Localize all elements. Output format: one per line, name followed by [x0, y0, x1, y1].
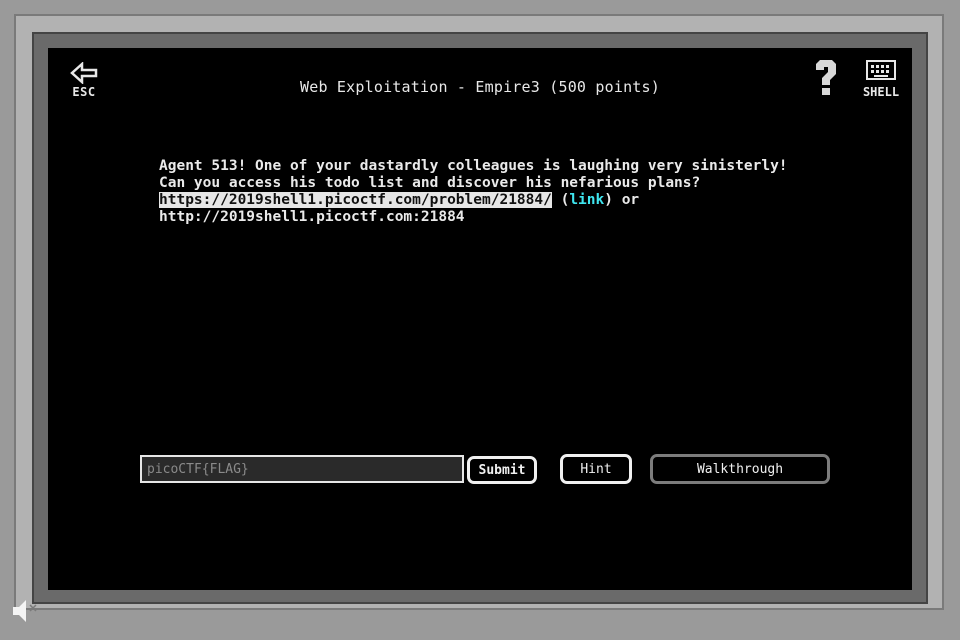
terminal-screen: ESC Web Exploitation - Empire3 (500 poin…: [48, 48, 912, 590]
keyboard-icon: [866, 60, 896, 80]
shell-label: SHELL: [862, 85, 900, 99]
help-button[interactable]: [812, 60, 840, 100]
page-title: Web Exploitation - Empire3 (500 points): [300, 78, 660, 96]
challenge-description: Agent 513! One of your dastardly colleag…: [159, 158, 819, 226]
description-line-3: https://2019shell1.picoctf.com/problem/2…: [159, 192, 819, 209]
https-url[interactable]: https://2019shell1.picoctf.com/problem/2…: [159, 192, 552, 208]
problem-link[interactable]: link: [569, 192, 604, 208]
paren-close-or: ) or: [604, 192, 640, 208]
submit-button[interactable]: Submit: [467, 456, 537, 484]
speaker-icon: [13, 600, 37, 622]
paren-open: (: [551, 192, 570, 208]
question-mark-icon: [816, 60, 836, 95]
description-line-1: Agent 513! One of your dastardly colleag…: [159, 158, 788, 174]
description-line-2: Can you access his todo list and discove…: [159, 175, 701, 191]
shell-button[interactable]: SHELL: [858, 60, 904, 100]
sound-toggle[interactable]: [10, 596, 40, 626]
hint-button[interactable]: Hint: [560, 454, 632, 484]
flag-input[interactable]: [140, 455, 464, 483]
walkthrough-button[interactable]: Walkthrough: [650, 454, 830, 484]
http-url: http://2019shell1.picoctf.com:21884: [159, 209, 465, 225]
